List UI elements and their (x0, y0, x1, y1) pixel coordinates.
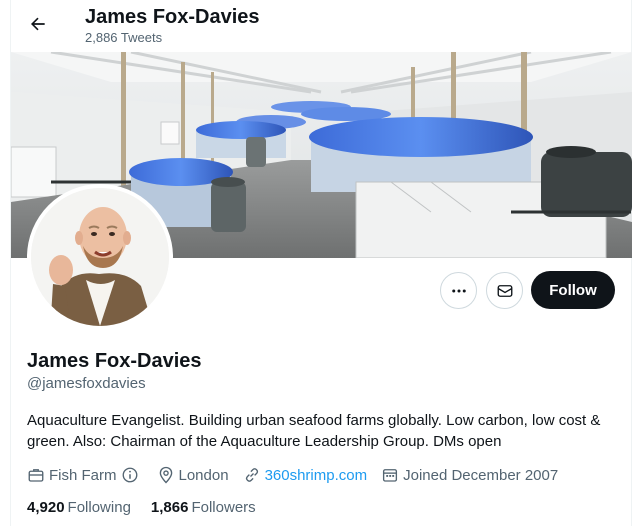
website-link[interactable]: 360shrimp.com (265, 467, 368, 484)
following-count: 4,920 (27, 499, 65, 516)
location-pin-icon (159, 466, 172, 484)
profile-name: James Fox-Davies (27, 350, 202, 372)
calendar-icon (383, 469, 398, 482)
info-icon[interactable] (121, 466, 139, 484)
following-label: Following (67, 499, 131, 516)
website-item[interactable]: 360shrimp.com (243, 466, 368, 484)
followers-count: 1,866 (150, 499, 189, 516)
joined-label: Joined December 2007 (403, 466, 559, 484)
more-button[interactable] (440, 272, 477, 309)
profile-handle: @jamesfoxdavies (27, 375, 146, 392)
location-item: London (157, 466, 229, 484)
category-label: Fish Farm (49, 466, 117, 484)
profile-meta: Fish Farm London 360shrimp.com Joined De… (27, 464, 572, 486)
ellipsis-icon (451, 289, 466, 292)
profile-page: James Fox-Davies 2,886 Tweets Follow Jam… (0, 0, 640, 526)
header-title: James Fox-Davies (85, 6, 260, 28)
followers-stat[interactable]: 1,866 Followers (151, 498, 256, 518)
profile-bio: Aquaculture Evangelist. Building urban s… (27, 412, 601, 450)
category-item: Fish Farm (27, 466, 143, 484)
joined-item: Joined December 2007 (381, 466, 558, 484)
arrow-left-icon (31, 17, 45, 31)
back-button[interactable] (24, 10, 52, 38)
envelope-icon (497, 284, 512, 297)
location-label: London (178, 466, 229, 484)
tweet-count: 2,886 Tweets (85, 30, 163, 45)
avatar-photo (31, 188, 169, 326)
following-stat[interactable]: 4,920 Following (27, 498, 131, 518)
avatar[interactable] (27, 184, 173, 330)
briefcase-icon (28, 469, 44, 482)
follow-button[interactable]: Follow (531, 271, 615, 309)
profile-header: James Fox-Davies 2,886 Tweets (0, 0, 640, 50)
followers-label: Followers (191, 499, 256, 516)
follow-stats: 4,920 Following 1,866 Followers (27, 498, 276, 518)
message-button[interactable] (486, 272, 523, 309)
link-icon (245, 468, 258, 482)
